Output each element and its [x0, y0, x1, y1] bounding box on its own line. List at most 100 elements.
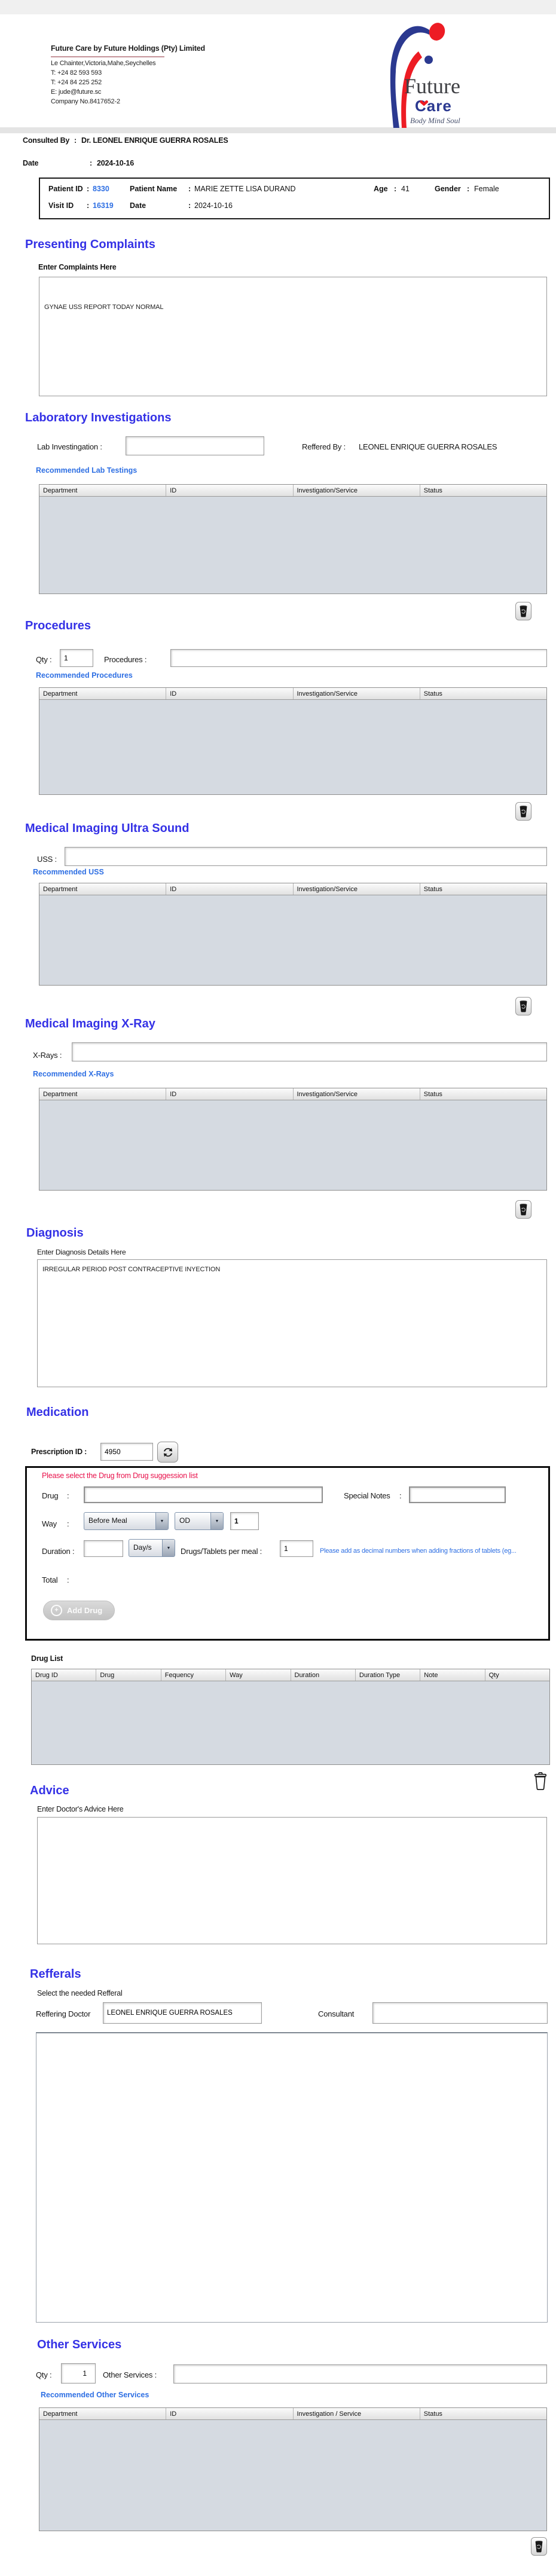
header-date-value: 2024-10-16: [97, 159, 134, 167]
col-duration: Duration: [291, 1669, 356, 1681]
uss-label: USS :: [37, 855, 57, 864]
lab-investigation-label: Lab Investingation :: [37, 442, 102, 451]
lab-investigation-input[interactable]: [126, 436, 264, 455]
visit-id-value: 16319: [93, 201, 114, 210]
procedures-qty-label: Qty :: [36, 655, 52, 664]
section-laboratory-investigations: Laboratory Investigations: [25, 411, 172, 424]
future-care-logo: Future Care ​ Body Mind Soul: [359, 17, 496, 131]
age-colon: :: [394, 185, 397, 193]
add-drug-button[interactable]: + Add Drug: [43, 1601, 115, 1620]
prescription-id-input[interactable]: [100, 1443, 153, 1461]
col-status: Status: [423, 487, 442, 494]
complaints-textarea[interactable]: GYNAE USS REPORT TODAY NORMAL: [39, 277, 547, 396]
refferals-list-box[interactable]: [36, 2032, 548, 2323]
diagnosis-label: Enter Diagnosis Details Here: [37, 1248, 126, 1256]
trash-icon: [520, 1204, 527, 1216]
recommended-uss-link[interactable]: Recommended USS: [33, 868, 104, 876]
frequency-select[interactable]: OD ▼: [175, 1512, 224, 1530]
xray-delete-button[interactable]: [515, 1200, 531, 1219]
reffering-doctor-label: Reffering Doctor: [36, 2009, 91, 2018]
recommended-other-services-link[interactable]: Recommended Other Services: [41, 2391, 149, 2399]
header-date-label: Date: [23, 159, 39, 167]
trash-icon: [520, 1001, 527, 1012]
col-investigation-service: Investigation/Service: [294, 688, 420, 699]
gender-colon: :: [467, 185, 470, 193]
header-date-colon: :: [90, 159, 92, 167]
logo-mark-icon: Future Care ​: [390, 23, 460, 128]
chevron-down-icon: ▼: [210, 1513, 223, 1529]
patient-name-label: Patient Name: [130, 185, 178, 193]
per-meal-label: Drugs/Tablets per meal :: [181, 1547, 262, 1556]
lab-table-header: Department ID Investigation/Service Stat…: [39, 485, 546, 497]
way-select[interactable]: Before Meal ▼: [84, 1512, 169, 1530]
lab-referred-by-label: Reffered By :: [302, 442, 346, 451]
company-phone1: T: +24 82 593 593: [51, 69, 102, 77]
col-status: Status: [423, 2410, 442, 2418]
refresh-icon: [163, 1448, 172, 1457]
uss-input[interactable]: [65, 847, 547, 866]
uss-table-body: [39, 895, 546, 985]
reffering-doctor-input[interactable]: [103, 2002, 262, 2024]
other-services-input[interactable]: [173, 2364, 547, 2384]
advice-label: Enter Doctor's Advice Here: [37, 1805, 124, 1813]
plus-icon: +: [51, 1605, 62, 1616]
uss-delete-button[interactable]: [515, 997, 531, 1015]
col-status: Status: [423, 1091, 442, 1098]
per-meal-input[interactable]: [280, 1540, 313, 1557]
col-id: ID: [166, 883, 294, 895]
consulted-by-label: Consulted By: [23, 136, 70, 145]
way-select-value: Before Meal: [88, 1516, 127, 1525]
col-investigation-service: Investigation/Service: [294, 1088, 420, 1100]
recommended-procedures-link[interactable]: Recommended Procedures: [36, 671, 133, 680]
col-investigation-service: Investigation/Service: [294, 485, 420, 496]
consultant-input[interactable]: [372, 2002, 548, 2024]
lab-delete-button[interactable]: [515, 602, 531, 620]
prescription-refresh-button[interactable]: [157, 1442, 178, 1463]
complaints-label: Enter Complaints Here: [38, 263, 117, 271]
drug-list-delete-button[interactable]: [532, 1770, 549, 1792]
lab-referred-by-value: LEONEL ENRIQUE GUERRA ROSALES: [359, 442, 497, 451]
duration-input[interactable]: [84, 1540, 123, 1557]
other-services-table-header: Department ID Investigation / Service St…: [39, 2408, 546, 2420]
procedures-table-body: [39, 700, 546, 794]
patient-info-box: Patient ID : 8330 Patient Name : MARIE Z…: [39, 178, 550, 219]
lab-table: Department ID Investigation/Service Stat…: [39, 484, 547, 594]
procedures-delete-button[interactable]: [515, 802, 531, 821]
col-status: Status: [423, 690, 442, 697]
company-address: Le Chainter,Victoria,Mahe,Seychelles: [51, 60, 156, 67]
xray-input[interactable]: [72, 1042, 547, 1061]
way-qty-input[interactable]: [230, 1512, 259, 1530]
section-refferals: Refferals: [30, 1968, 81, 1981]
uss-table: Department ID Investigation/Service Stat…: [39, 883, 547, 986]
visit-date-value: 2024-10-16: [194, 201, 233, 210]
visit-date-colon: :: [188, 201, 191, 210]
company-phone2: T: +24 84 225 252: [51, 79, 102, 86]
drug-suggestion-note: Please select the Drug from Drug suggess…: [42, 1471, 198, 1480]
special-notes-colon: :: [399, 1491, 402, 1500]
total-colon: :: [67, 1575, 69, 1584]
recommended-xray-link[interactable]: Recommended X-Rays: [33, 1070, 114, 1078]
advice-textarea[interactable]: [37, 1817, 547, 1944]
duration-type-select[interactable]: Day/s ▼: [129, 1539, 175, 1557]
lab-table-body: [39, 497, 546, 593]
drug-input[interactable]: [84, 1486, 323, 1503]
special-notes-input[interactable]: [409, 1486, 506, 1503]
recommended-lab-testings-link[interactable]: Recommended Lab Testings: [36, 466, 137, 475]
procedures-qty-input[interactable]: [60, 649, 93, 667]
col-id: ID: [166, 485, 294, 496]
company-email: E: jude@future.sc: [51, 88, 102, 96]
procedures-input[interactable]: [170, 649, 547, 667]
drug-list-label: Drug List: [31, 1654, 63, 1663]
total-label: Total: [42, 1575, 58, 1584]
patient-name-value: MARIE ZETTE LISA DURAND: [194, 185, 296, 193]
other-services-delete-button[interactable]: [531, 2537, 547, 2556]
col-note: Note: [420, 1669, 485, 1681]
other-qty-input[interactable]: [61, 2363, 96, 2384]
other-services-table-body: [39, 2420, 546, 2531]
diagnosis-textarea[interactable]: IRREGULAR PERIOD POST CONTRACEPTIVE INYE…: [37, 1259, 547, 1387]
section-diagnosis: Diagnosis: [26, 1226, 84, 1240]
col-frequency: Fequency: [161, 1669, 227, 1681]
company-title: Future Care by Future Holdings (Pty) Lim…: [51, 44, 205, 53]
xray-label: X-Rays :: [33, 1051, 62, 1060]
col-status: Status: [423, 886, 442, 893]
